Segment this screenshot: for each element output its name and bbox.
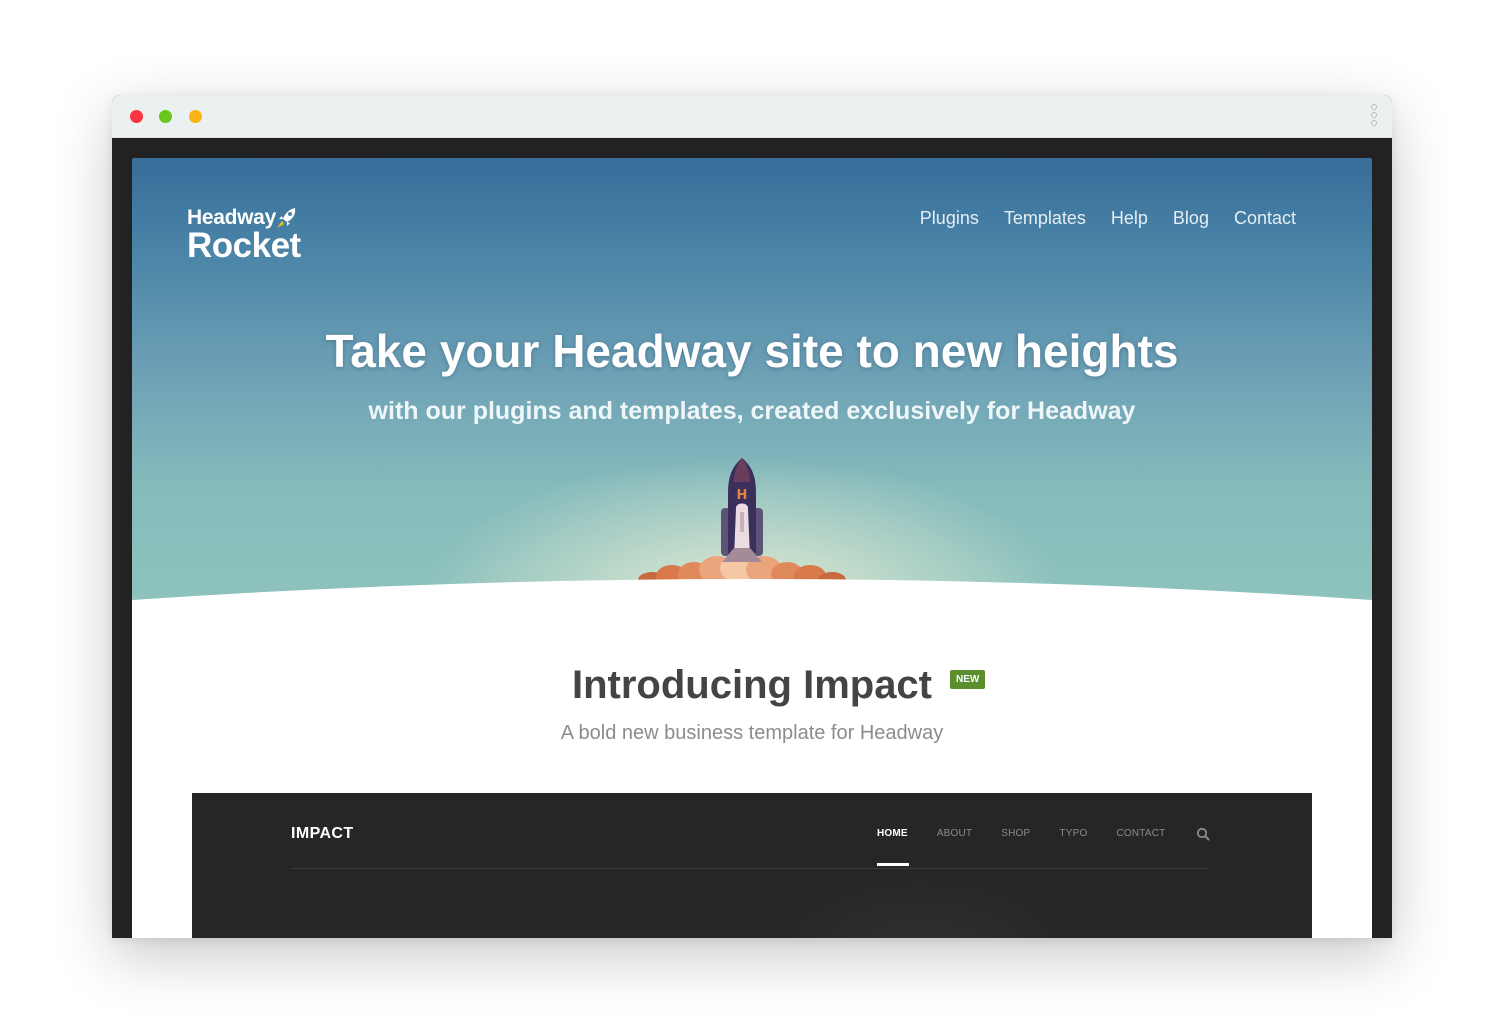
hero-title: Take your Headway site to new heights [325, 325, 1179, 377]
preview-nav-about[interactable]: ABOUT [937, 828, 972, 839]
browser-window: Headway Rocket Plugins Templates Help Bl… [112, 95, 1392, 938]
preview-nav-contact[interactable]: CONTACT [1116, 828, 1165, 839]
nav-help[interactable]: Help [1111, 208, 1148, 229]
hero-bottom-curve [132, 579, 1372, 628]
preview-active-indicator [877, 863, 909, 866]
shuttle-body: H [721, 458, 763, 562]
preview-background-shape [762, 868, 1082, 938]
website-viewport: Headway Rocket Plugins Templates Help Bl… [132, 158, 1372, 938]
new-badge: NEW [950, 670, 986, 689]
hero-subtitle: with our plugins and templates, created … [368, 397, 1136, 425]
logo-line2: Rocket [187, 226, 301, 265]
impact-template-preview[interactable]: IMPACT HOME ABOUT SHOP TYPO CONTACT [192, 793, 1312, 938]
nav-blog[interactable]: Blog [1173, 208, 1209, 229]
nav-plugins[interactable]: Plugins [920, 208, 979, 229]
rocket-icon [277, 208, 296, 228]
preview-nav: HOME ABOUT SHOP TYPO CONTACT [877, 828, 1165, 839]
minimize-window-button[interactable] [159, 110, 172, 123]
nav-contact[interactable]: Contact [1234, 208, 1296, 229]
maximize-window-button[interactable] [189, 110, 202, 123]
more-options-icon[interactable] [1370, 104, 1378, 130]
main-nav: Plugins Templates Help Blog Contact [920, 208, 1296, 229]
nav-templates[interactable]: Templates [1004, 208, 1086, 229]
intro-title: Introducing Impact [572, 663, 932, 707]
browser-titlebar [112, 95, 1392, 138]
intro-subtitle: A bold new business template for Headway [560, 722, 944, 744]
site-logo[interactable]: Headway Rocket [187, 206, 301, 265]
preview-nav-home[interactable]: HOME [877, 828, 908, 839]
preview-nav-shop[interactable]: SHOP [1001, 828, 1030, 839]
preview-divider [291, 868, 1209, 869]
search-icon[interactable] [1196, 827, 1210, 841]
svg-text:H: H [737, 488, 748, 503]
preview-nav-typo[interactable]: TYPO [1059, 828, 1087, 839]
preview-logo: IMPACT [291, 825, 354, 842]
hero-section: Headway Rocket Plugins Templates Help Bl… [132, 158, 1372, 628]
close-window-button[interactable] [130, 110, 143, 123]
